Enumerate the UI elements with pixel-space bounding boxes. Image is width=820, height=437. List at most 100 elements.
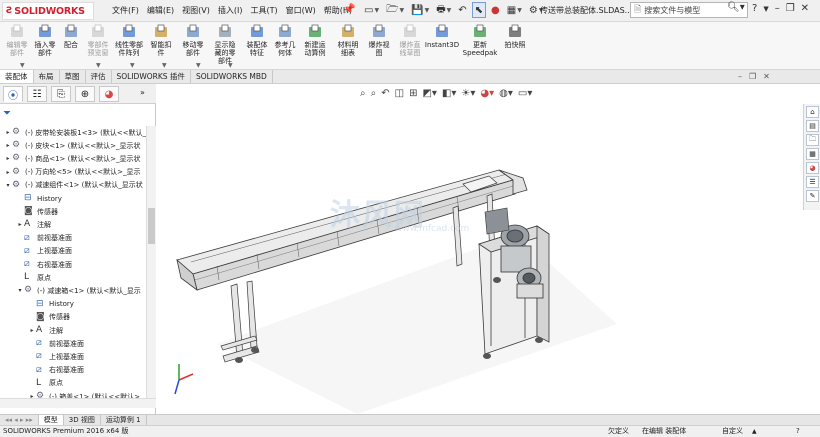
feature-tree-tab[interactable]: ⦿: [3, 86, 23, 102]
tab-mbd[interactable]: SOLIDWORKS MBD: [191, 70, 273, 83]
graphics-area[interactable]: [157, 84, 803, 414]
ribbon-button-2[interactable]: 配合: [60, 24, 82, 49]
print-button[interactable]: 🖶 ▼: [434, 2, 453, 18]
menu-insert[interactable]: 插入(I): [214, 5, 247, 16]
appearances-icon[interactable]: ◕: [806, 162, 819, 174]
tree-item[interactable]: ▸ ⚙ (-) 皮块<1> (默认<<默认>_显示状: [4, 139, 140, 152]
tree-horizontal-scrollbar[interactable]: [0, 398, 156, 408]
expand-arrow-icon[interactable]: ▸: [28, 327, 36, 334]
menu-tools[interactable]: 工具(T): [246, 5, 281, 16]
ribbon-button-15[interactable]: 更新 Speedpak: [462, 24, 498, 57]
ribbon-button-1[interactable]: 插入零 部件: [32, 24, 58, 57]
view-orientation-icon[interactable]: ◩▾: [422, 88, 436, 99]
solidworks-resources-icon[interactable]: ⌂: [806, 106, 819, 118]
tree-item[interactable]: ▾ ⚙ (-) 减速组件<1> (默认<默认_显示状: [4, 179, 142, 192]
restore-icon[interactable]: ❐: [786, 3, 795, 15]
viewport-close-icon[interactable]: ✕: [763, 72, 770, 81]
file-explorer-icon[interactable]: 🗀: [806, 134, 819, 146]
configuration-tab[interactable]: ⎘: [51, 86, 71, 102]
tree-item[interactable]: ▸ ⚙ (-) 商品<1> (默认<<默认>_显示状: [4, 152, 140, 165]
zoom-to-area-icon[interactable]: ⌕: [371, 88, 377, 99]
expand-arrow-icon[interactable]: ▸: [4, 129, 12, 136]
ribbon-button-0[interactable]: 编辑零 部件: [4, 24, 30, 57]
view-palette-icon[interactable]: ▦: [806, 148, 819, 160]
tab-layout[interactable]: 布局: [34, 70, 60, 83]
tree-filter[interactable]: ⏷: [0, 106, 156, 120]
tree-item[interactable]: ▸ A 注解: [28, 324, 63, 337]
viewport-restore-icon[interactable]: ❐: [749, 72, 756, 81]
status-custom[interactable]: 自定义: [722, 426, 743, 437]
tab-3d-view[interactable]: 3D 视图: [64, 415, 101, 425]
ribbon-button-11[interactable]: 材料明 细表: [334, 24, 362, 57]
collapse-arrow-icon[interactable]: ▾: [4, 182, 12, 189]
section-view-icon[interactable]: ◫: [395, 88, 404, 99]
chevron-down-icon[interactable]: ▼: [228, 62, 233, 69]
nav-arrows[interactable]: ◂◂ ◂ ▸ ▸▸: [0, 415, 39, 425]
tree-item[interactable]: ▸ ⚙ (-) 万向轮<5> (默认<<默认>_显示: [4, 166, 140, 179]
tree-item[interactable]: ⊟ History: [16, 192, 62, 205]
menu-view[interactable]: 视图(V): [178, 5, 214, 16]
select-button[interactable]: ⬉: [471, 2, 487, 18]
menu-edit[interactable]: 编辑(E): [143, 5, 178, 16]
ribbon-button-5[interactable]: 智能扣 件: [146, 24, 176, 57]
tree-item[interactable]: ⧄ 右视基准面: [16, 258, 72, 271]
collapse-arrow-icon[interactable]: ▾: [16, 287, 24, 294]
ribbon-button-12[interactable]: 爆炸视 图: [364, 24, 394, 57]
ribbon-button-7[interactable]: 显示隐 藏的零 部件: [210, 24, 240, 65]
menu-window[interactable]: 窗口(W): [282, 5, 320, 16]
chevron-down-icon[interactable]: ▼: [196, 62, 201, 69]
ribbon-button-3[interactable]: 零部件 预览窗: [84, 24, 112, 57]
chevron-up-icon[interactable]: ▲: [752, 426, 757, 437]
ribbon-button-10[interactable]: 新建运 动算例: [300, 24, 330, 57]
search-icon[interactable]: 🔍︎▾: [727, 2, 745, 13]
pin-menu-icon[interactable]: 📌: [343, 4, 355, 15]
previous-view-icon[interactable]: ↶: [381, 88, 389, 99]
design-library-icon[interactable]: ▤: [806, 120, 819, 132]
tree-item[interactable]: ▸ ⚙ (-) 皮带轮安装板1<3> (默认<<默认_: [4, 126, 146, 139]
minimize-icon[interactable]: –: [775, 3, 780, 15]
open-file-button[interactable]: 🗁 ▼: [384, 2, 406, 18]
ribbon-button-16[interactable]: 拍快照: [502, 24, 528, 49]
expand-arrow-icon[interactable]: ▸: [4, 169, 12, 176]
tree-item[interactable]: L 原点: [16, 271, 51, 284]
chevron-down-icon[interactable]: ▼: [20, 62, 25, 69]
display-manager-tab[interactable]: ◕: [99, 86, 119, 102]
dimxpert-tab[interactable]: ⊕: [75, 86, 95, 102]
chevron-down-icon[interactable]: ▼: [130, 62, 135, 69]
tree-item[interactable]: ⧄ 前视基准面: [16, 232, 72, 245]
solidworks-logo[interactable]: Ƨ SOLIDWORKS: [2, 2, 94, 20]
tab-motion-study[interactable]: 运动算例 1: [101, 415, 147, 425]
tree-vertical-scrollbar[interactable]: [146, 126, 156, 398]
ribbon-button-6[interactable]: 移动零 部件: [178, 24, 208, 57]
expand-arrow-icon[interactable]: ▸: [4, 155, 12, 162]
scroll-thumb[interactable]: [148, 208, 155, 244]
dynamic-annotation-icon[interactable]: ⊞: [409, 88, 417, 99]
ribbon-button-4[interactable]: 线性零部 件阵列: [114, 24, 144, 57]
tree-item[interactable]: ◙ 传感器: [28, 311, 70, 324]
tab-evaluate[interactable]: 评估: [86, 70, 112, 83]
view-settings-icon[interactable]: ▭▾: [518, 88, 532, 99]
forum-icon[interactable]: ✎: [806, 190, 819, 202]
panel-expand-icon[interactable]: »: [140, 88, 145, 97]
expand-arrow-icon[interactable]: ▸: [16, 221, 24, 228]
expand-arrow-icon[interactable]: ▸: [4, 142, 12, 149]
viewport-minimize-icon[interactable]: –: [738, 72, 742, 81]
tree-item[interactable]: ⧄ 前视基准面: [28, 337, 84, 350]
tree-item[interactable]: ⧄ 上视基准面: [28, 350, 84, 363]
rebuild-button[interactable]: ●: [489, 2, 502, 18]
tree-item[interactable]: ⊟ History: [28, 298, 74, 311]
tree-item[interactable]: ▸ A 注解: [16, 218, 51, 231]
menu-file[interactable]: 文件(F): [108, 5, 143, 16]
help-status-icon[interactable]: ?: [796, 426, 800, 437]
ribbon-button-14[interactable]: Instant3D: [425, 24, 459, 49]
tab-model[interactable]: 模型: [38, 415, 64, 425]
tab-assembly[interactable]: 装配体: [0, 70, 34, 83]
custom-properties-icon[interactable]: ☰: [806, 176, 819, 188]
zoom-to-fit-icon[interactable]: ⌕: [360, 88, 366, 99]
chevron-down-icon[interactable]: ▼: [96, 62, 101, 69]
ribbon-button-8[interactable]: 装配体 特征: [244, 24, 270, 57]
hide-show-items-icon[interactable]: ☀▾: [461, 88, 475, 99]
chevron-down-icon[interactable]: ▼: [162, 62, 167, 69]
help-button[interactable]: ?: [752, 3, 757, 15]
tree-item[interactable]: ◙ 传感器: [16, 205, 58, 218]
